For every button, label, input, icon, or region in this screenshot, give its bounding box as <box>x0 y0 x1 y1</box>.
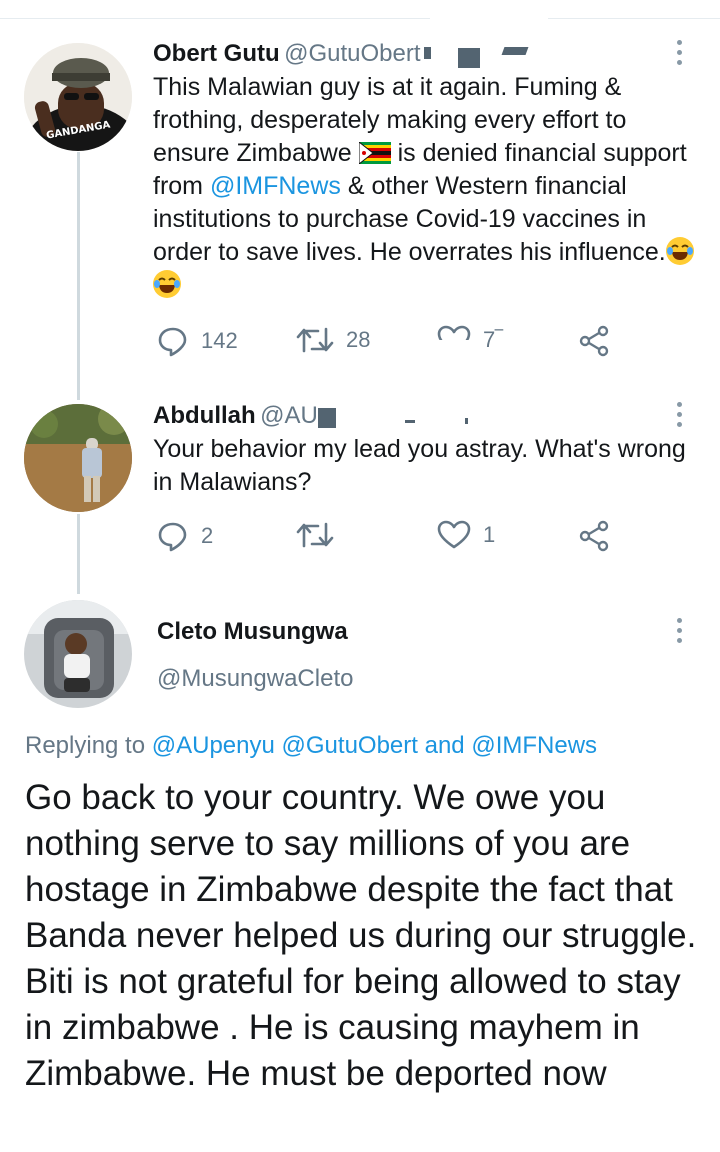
tweet-header: Obert Gutu @GutuObert <box>153 40 421 68</box>
author-name[interactable]: Obert Gutu <box>153 40 280 67</box>
redaction-mark <box>458 48 480 68</box>
author-name[interactable]: Abdullah <box>153 402 256 429</box>
author-name-wrap: Cleto Musungwa <box>157 618 348 646</box>
reply-icon <box>157 520 189 552</box>
retweet-icon <box>296 325 334 355</box>
retweet-count: 28 <box>346 327 371 352</box>
tweet-text: This Malawian guy is at it again. Fuming… <box>153 71 698 302</box>
author-handle-wrap: @MusungwaCleto <box>157 665 353 693</box>
zimbabwe-flag-icon <box>358 140 391 166</box>
avatar[interactable]: GANDANGA <box>24 43 132 151</box>
redaction-mark <box>405 420 415 423</box>
like-button[interactable]: 1 <box>437 520 495 550</box>
redaction-mark <box>438 340 478 360</box>
mention-link[interactable]: @IMFNews <box>210 172 341 200</box>
reply-count: 2 <box>201 523 214 548</box>
retweet-button[interactable] <box>296 520 346 550</box>
share-button[interactable] <box>579 520 611 552</box>
more-icon[interactable] <box>676 40 682 65</box>
avatar[interactable] <box>24 600 132 708</box>
more-icon[interactable] <box>676 402 682 427</box>
share-button[interactable] <box>579 325 611 357</box>
redaction-mark <box>501 47 529 55</box>
more-icon[interactable] <box>676 618 682 643</box>
redaction-mark <box>465 418 468 424</box>
reply-button[interactable]: 142 <box>157 325 238 357</box>
like-count: 7‾ <box>483 327 503 352</box>
replying-to: Replying to @AUpenyu @GutuObert and @IMF… <box>25 732 597 760</box>
like-count: 1 <box>483 522 496 547</box>
reply-mention[interactable]: @IMFNews <box>471 732 597 759</box>
avatar[interactable] <box>24 404 132 512</box>
laughing-emoji-icon <box>153 270 181 298</box>
redaction-mark <box>318 408 336 428</box>
replying-label: Replying to <box>25 732 146 759</box>
thread-connector <box>77 152 80 400</box>
retweet-icon <box>296 520 334 550</box>
reply-mention[interactable]: @GutuObert <box>282 732 418 759</box>
author-name[interactable]: Cleto Musungwa <box>157 618 348 645</box>
share-icon <box>579 325 611 357</box>
thread-connector <box>77 514 80 594</box>
reply-count: 142 <box>201 328 238 353</box>
redaction-mark <box>424 47 431 59</box>
author-handle[interactable]: @MusungwaCleto <box>157 665 353 692</box>
tweet-text: Your behavior my lead you astray. What's… <box>153 435 686 496</box>
main-tweet-text: Go back to your country. We owe you noth… <box>25 778 697 1093</box>
like-icon <box>437 520 471 550</box>
tweet-header: Abdullah @AUp <box>153 402 331 430</box>
reply-mention[interactable]: @AUpenyu <box>152 732 275 759</box>
author-handle[interactable]: @GutuObert <box>284 40 420 67</box>
retweet-button[interactable]: 28 <box>296 325 370 355</box>
reply-icon <box>157 325 189 357</box>
reply-and: and <box>424 732 465 759</box>
top-divider-gap <box>430 10 548 24</box>
share-icon <box>579 520 611 552</box>
reply-button[interactable]: 2 <box>157 520 213 552</box>
laughing-emoji-icon <box>665 237 694 265</box>
top-divider <box>0 18 720 19</box>
